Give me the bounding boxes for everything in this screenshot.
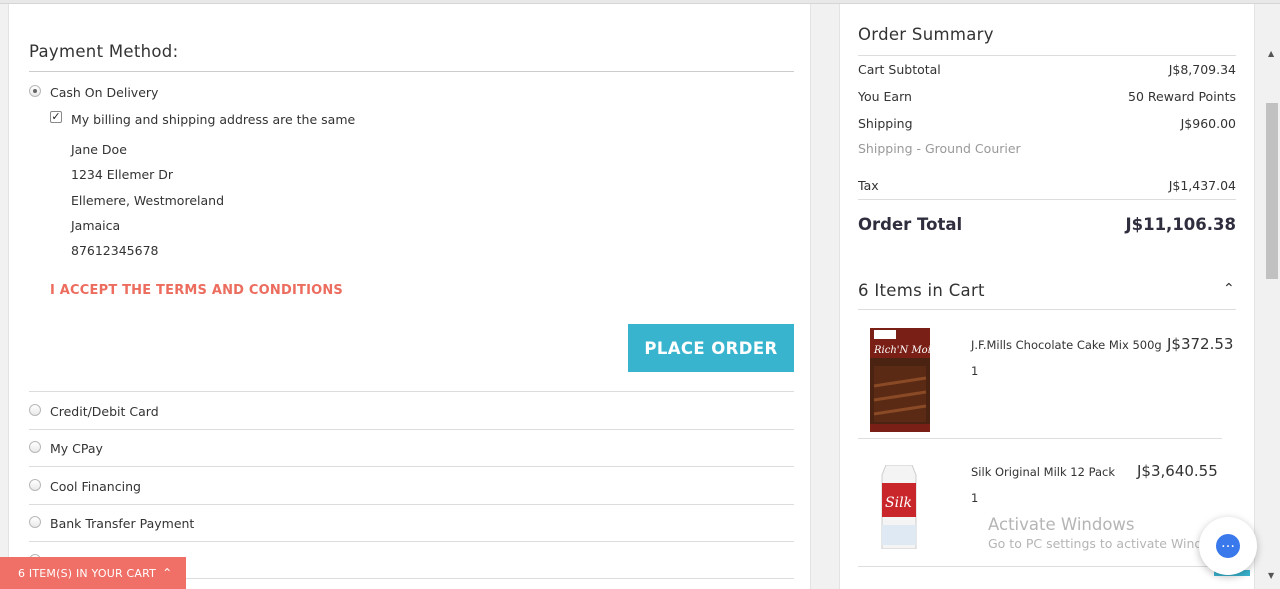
order-total-label: Order Total <box>858 215 963 234</box>
tax-label: Tax <box>858 178 879 193</box>
page-scroll-thumb[interactable] <box>1266 103 1278 279</box>
billing-same-checkbox[interactable]: ✓ <box>50 111 62 123</box>
payment-method-panel: Payment Method: Cash On Delivery ✓ My bi… <box>8 4 811 589</box>
bank-transfer-radio[interactable] <box>29 516 41 528</box>
chevron-up-icon[interactable]: ⌃ <box>1223 281 1235 297</box>
item-name[interactable]: Silk Original Milk 12 Pack <box>971 465 1115 479</box>
item-name[interactable]: J.F.Mills Chocolate Cake Mix 500g <box>971 338 1162 352</box>
address-country: Jamaica <box>71 218 121 233</box>
order-summary-panel: Order Summary Cart Subtotal J$8,709.34 Y… <box>839 4 1255 589</box>
page-scrollbar[interactable]: ▲ ▼ <box>1264 4 1280 589</box>
terms-link[interactable]: I ACCEPT THE TERMS AND CONDITIONS <box>50 283 343 298</box>
divider <box>858 309 1236 310</box>
tax-value: J$1,437.04 <box>1168 178 1236 193</box>
reward-value: 50 Reward Points <box>1128 89 1236 104</box>
item-quantity: 1 <box>971 364 979 378</box>
order-summary-title: Order Summary <box>858 25 994 44</box>
divider <box>29 71 794 72</box>
shipping-method: Shipping - Ground Courier <box>858 141 1021 156</box>
divider <box>29 504 794 505</box>
scroll-up-arrow-icon[interactable]: ▲ <box>1268 49 1274 58</box>
activate-windows-title: Activate Windows <box>988 515 1135 534</box>
item-price: J$372.53 <box>1167 335 1234 353</box>
svg-text:Rich'N Moist: Rich'N Moist <box>873 345 930 356</box>
billing-same-label[interactable]: My billing and shipping address are the … <box>71 112 355 127</box>
divider <box>29 391 794 392</box>
cash-on-delivery-label[interactable]: Cash On Delivery <box>50 85 158 100</box>
shipping-label: Shipping <box>858 116 913 131</box>
cool-financing-radio[interactable] <box>29 479 41 491</box>
divider <box>29 541 794 542</box>
address-street: 1234 Ellemer Dr <box>71 167 174 182</box>
chat-bubble-icon <box>1216 534 1240 558</box>
my-cpay-radio[interactable] <box>29 441 41 453</box>
shipping-value: J$960.00 <box>1180 116 1236 131</box>
cart-summary-bar[interactable]: 6 ITEM(S) IN YOUR CART ⌃ <box>0 557 186 589</box>
order-total-value: J$11,106.38 <box>1125 215 1236 234</box>
my-cpay-label[interactable]: My CPay <box>50 441 103 456</box>
credit-card-radio[interactable] <box>29 404 41 416</box>
address-phone: 87612345678 <box>71 243 159 258</box>
cart-items-title[interactable]: 6 Items in Cart <box>858 281 985 300</box>
scroll-down-arrow-icon[interactable]: ▼ <box>1268 571 1274 580</box>
activate-windows-watermark: Activate Windows Go to PC settings to ac… <box>988 515 1228 551</box>
activate-windows-subtitle: Go to PC settings to activate Windows. <box>988 536 1228 551</box>
divider <box>858 199 1236 200</box>
item-quantity: 1 <box>971 491 979 505</box>
payment-method-title: Payment Method: <box>29 42 179 61</box>
cake-mix-product-image[interactable]: Rich'N Moist <box>870 328 930 432</box>
credit-card-label[interactable]: Credit/Debit Card <box>50 404 159 419</box>
silk-milk-product-image[interactable]: Silk <box>880 465 918 549</box>
cash-on-delivery-radio[interactable] <box>29 85 41 97</box>
divider <box>858 566 1222 567</box>
address-name: Jane Doe <box>71 142 127 157</box>
reward-label: You Earn <box>858 89 912 104</box>
chat-button[interactable] <box>1199 517 1257 575</box>
cart-bar-label: 6 ITEM(S) IN YOUR CART <box>18 566 157 580</box>
item-price: J$3,640.55 <box>1137 462 1218 480</box>
divider <box>29 466 794 467</box>
divider <box>858 55 1236 56</box>
cart-item: Rich'N Moist J.F.Mills Chocolate Cake Mi… <box>858 311 1233 438</box>
chevron-up-icon: ⌃ <box>162 566 173 580</box>
cool-financing-label[interactable]: Cool Financing <box>50 479 141 494</box>
bank-transfer-label[interactable]: Bank Transfer Payment <box>50 516 194 531</box>
place-order-button[interactable]: PLACE ORDER <box>628 324 794 372</box>
subtotal-label: Cart Subtotal <box>858 62 941 77</box>
svg-text:Silk: Silk <box>885 495 912 511</box>
subtotal-value: J$8,709.34 <box>1168 62 1236 77</box>
address-city: Ellemere, Westmoreland <box>71 193 225 208</box>
divider <box>29 429 794 430</box>
